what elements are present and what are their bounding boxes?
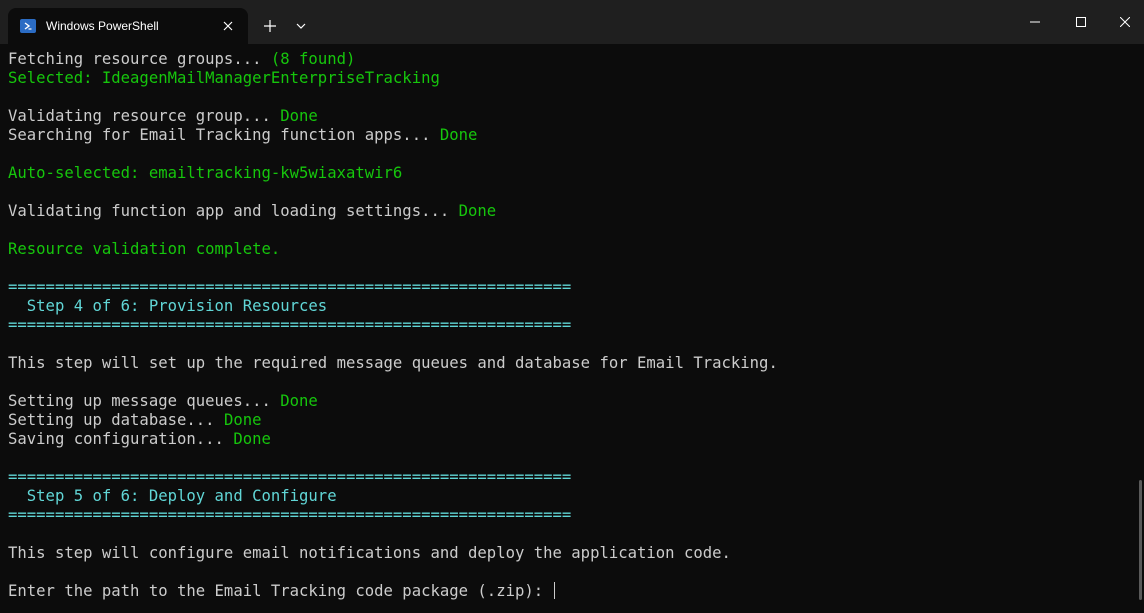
terminal-text: Done — [223, 411, 262, 429]
title-bar: Windows PowerShell — [0, 0, 1144, 44]
plus-icon — [264, 20, 276, 32]
close-tab-button[interactable] — [216, 14, 240, 38]
terminal-text: Selected: IdeagenMailManagerEnterpriseTr… — [8, 69, 440, 87]
terminal-text: ========================================… — [8, 468, 572, 486]
terminal-line: ========================================… — [8, 278, 1128, 297]
new-tab-button[interactable] — [258, 14, 282, 38]
terminal-text: Done — [458, 202, 497, 220]
close-window-button[interactable] — [1102, 0, 1144, 44]
profile-dropdown-button[interactable] — [290, 14, 312, 38]
scrollbar[interactable] — [1139, 480, 1142, 600]
terminal-line: Enter the path to the Email Tracking cod… — [8, 582, 1128, 601]
close-icon — [223, 21, 233, 31]
terminal-line: Validating function app and loading sett… — [8, 202, 1128, 221]
terminal-text: (8 found) — [270, 50, 356, 68]
terminal-line: Fetching resource groups... (8 found) — [8, 50, 1128, 69]
maximize-icon — [1076, 17, 1086, 27]
terminal-line: This step will configure email notificat… — [8, 544, 1128, 563]
terminal-text: Auto-selected: emailtracking-kw5wiaxatwi… — [8, 164, 403, 182]
tab-windows-powershell[interactable]: Windows PowerShell — [8, 8, 248, 44]
terminal-text: Validating function app and loading sett… — [8, 202, 459, 220]
terminal-line: ========================================… — [8, 316, 1128, 335]
terminal-line: Setting up message queues... Done — [8, 392, 1128, 411]
terminal-line: Searching for Email Tracking function ap… — [8, 126, 1128, 145]
terminal-text: ========================================… — [8, 506, 572, 524]
chevron-down-icon — [296, 23, 306, 29]
powershell-icon — [20, 19, 36, 33]
minimize-icon — [1030, 21, 1040, 23]
terminal-text: ========================================… — [8, 278, 572, 296]
terminal-line: Resource validation complete. — [8, 240, 1128, 259]
terminal-text: Setting up message queues... — [8, 392, 281, 410]
terminal-line: This step will set up the required messa… — [8, 354, 1128, 373]
maximize-button[interactable] — [1058, 0, 1104, 44]
close-icon — [1120, 17, 1130, 27]
terminal-line: Validating resource group... Done — [8, 107, 1128, 126]
terminal-text: ========================================… — [8, 316, 572, 334]
terminal-text: This step will configure email notificat… — [8, 544, 731, 562]
terminal-line: Saving configuration... Done — [8, 430, 1128, 449]
terminal-text: Done — [280, 107, 318, 125]
terminal-text: Setting up database... — [8, 411, 224, 429]
terminal-text: Fetching resource groups... — [8, 50, 271, 68]
terminal-text: Resource validation complete. — [8, 240, 281, 258]
terminal-text: Searching for Email Tracking function ap… — [8, 126, 440, 144]
terminal-line: Selected: IdeagenMailManagerEnterpriseTr… — [8, 69, 1128, 88]
terminal-text: Done — [280, 392, 318, 410]
minimize-button[interactable] — [1012, 0, 1058, 44]
terminal-line: Step 4 of 6: Provision Resources — [8, 297, 1128, 316]
terminal-line: ========================================… — [8, 468, 1128, 487]
terminal-text: Done — [233, 430, 271, 448]
terminal-line: Setting up database... Done — [8, 411, 1128, 430]
terminal-line: Step 5 of 6: Deploy and Configure — [8, 487, 1128, 506]
terminal-text: Validating resource group... — [8, 107, 281, 125]
terminal-line: Auto-selected: emailtracking-kw5wiaxatwi… — [8, 164, 1128, 183]
terminal-text: Saving configuration... — [8, 430, 234, 448]
tab-title: Windows PowerShell — [46, 19, 159, 33]
terminal-text: Step 5 of 6: Deploy and Configure — [8, 487, 337, 505]
terminal-line: ========================================… — [8, 506, 1128, 525]
text-cursor — [553, 582, 555, 599]
terminal-text: Step 4 of 6: Provision Resources — [8, 297, 328, 315]
terminal-text: This step will set up the required messa… — [8, 354, 778, 372]
terminal-output[interactable]: Fetching resource groups... (8 found) Sel… — [8, 50, 1128, 610]
terminal-text: Enter the path to the Email Tracking cod… — [8, 582, 553, 600]
terminal-text: Done — [439, 126, 478, 144]
